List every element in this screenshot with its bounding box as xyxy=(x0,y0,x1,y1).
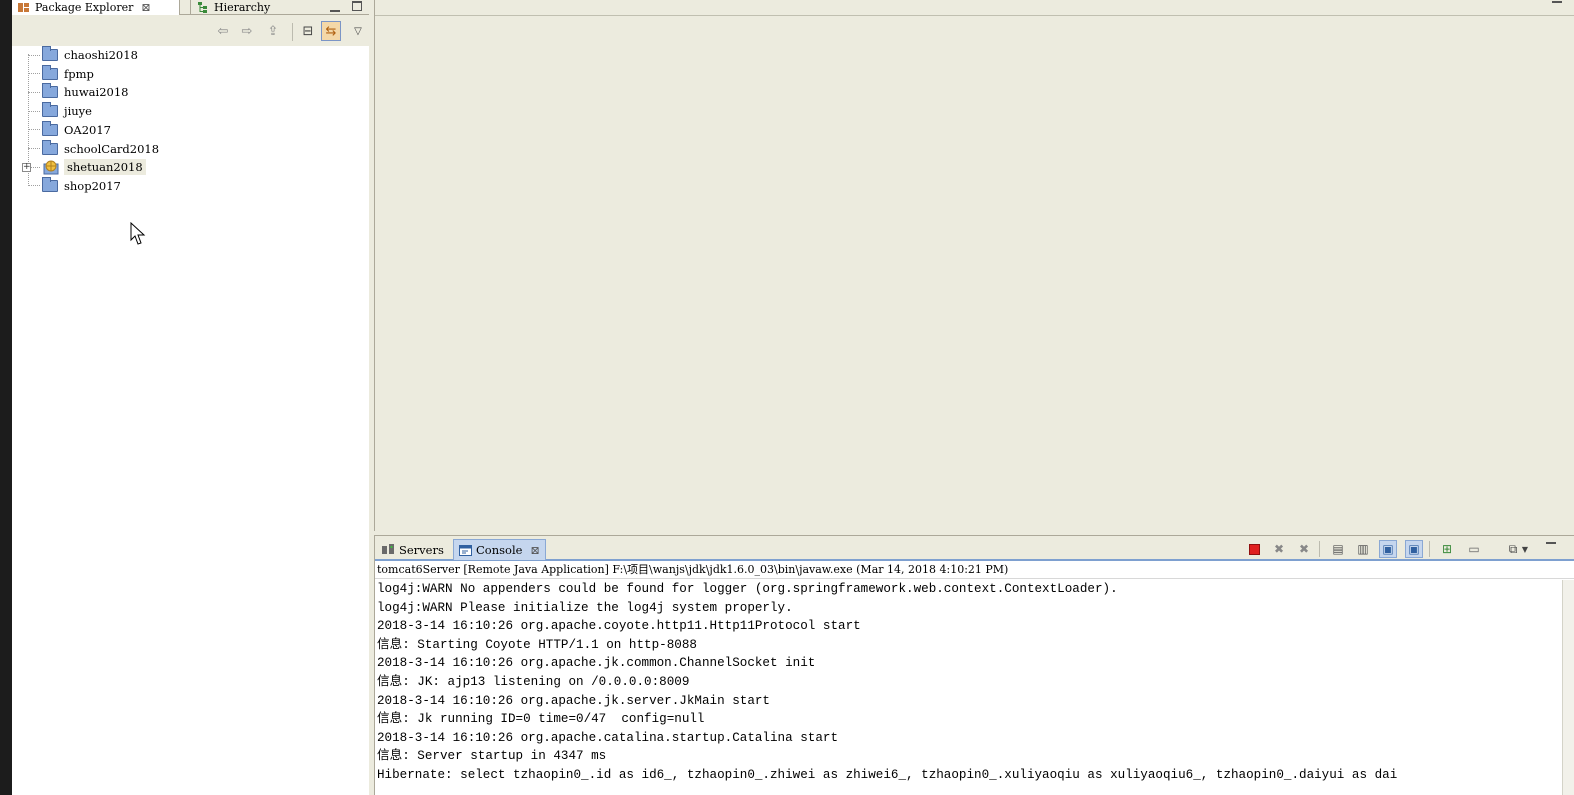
package-explorer-icon xyxy=(18,2,30,13)
collapse-all-icon[interactable]: ⊟ xyxy=(298,21,318,41)
project-label: jiuye xyxy=(64,104,92,119)
console-output[interactable]: log4j:WARN No appenders could be found f… xyxy=(375,580,1563,795)
project-label: chaoshi2018 xyxy=(64,48,138,62)
log-line: log4j:WARN Please initialize the log4j s… xyxy=(377,600,793,615)
show-on-stdout-icon[interactable]: ▣ xyxy=(1379,540,1397,558)
project-label: schoolCard2018 xyxy=(64,141,160,156)
toolbar-separator xyxy=(292,23,293,41)
tab-label: Package Explorer xyxy=(35,1,134,14)
tree-item-oa2017[interactable]: OA2017 xyxy=(28,120,111,139)
close-icon[interactable]: ⊠ xyxy=(530,544,539,557)
link-with-editor-icon[interactable]: ⇆ xyxy=(321,21,341,41)
tree-item-schoolcard2018[interactable]: schoolCard2018 xyxy=(28,139,160,158)
folder-icon xyxy=(42,139,58,155)
project-tree: chaoshi2018 fpmp huwai2018 jiuye OA2017 … xyxy=(12,46,369,795)
tree-item-shop2017[interactable]: shop2017 xyxy=(28,176,121,195)
tab-label: Hierarchy xyxy=(214,1,271,14)
package-explorer-tabbar: Package Explorer ⊠ Hierarchy xyxy=(12,0,369,15)
log-line: log4j:WARN No appenders could be found f… xyxy=(377,582,1118,596)
clear-console-icon[interactable]: ▤ xyxy=(1329,540,1347,558)
folder-icon xyxy=(42,120,58,136)
log-line: 2018-3-14 16:10:26 org.apache.coyote.htt… xyxy=(377,619,861,634)
folder-icon xyxy=(42,83,58,99)
remove-all-terminated-icon[interactable]: ✖ xyxy=(1295,540,1313,558)
tree-connector xyxy=(28,73,40,75)
window-left-edge xyxy=(0,0,12,795)
editor-area xyxy=(374,0,1574,531)
terminate-icon[interactable] xyxy=(1245,540,1263,558)
tree-connector xyxy=(28,185,40,187)
tree-item-fpmp[interactable]: fpmp xyxy=(28,64,94,83)
tree-item-huwai2018[interactable]: huwai2018 xyxy=(28,83,128,101)
remove-launch-icon[interactable]: ✖ xyxy=(1270,540,1288,558)
tab-label: Servers xyxy=(399,542,444,557)
tab-servers[interactable]: Servers xyxy=(377,539,449,560)
tree-item-shetuan2018[interactable]: + shetuan2018 xyxy=(22,158,146,176)
servers-icon xyxy=(382,544,395,555)
log-line: 信息: Starting Coyote HTTP/1.1 on http-808… xyxy=(377,637,697,652)
up-folder-icon[interactable]: ⇪ xyxy=(263,21,283,41)
minimize-view-button[interactable] xyxy=(1546,540,1556,544)
tab-hierarchy[interactable]: Hierarchy xyxy=(190,0,286,15)
folder-icon xyxy=(42,102,58,118)
view-menu-chevron-down-icon[interactable]: ▽ xyxy=(348,21,368,41)
log-line: 2018-3-14 16:10:26 org.apache.jk.server.… xyxy=(377,693,770,708)
chevron-down-icon[interactable]: ▼ xyxy=(1521,540,1529,558)
tab-package-explorer[interactable]: Package Explorer ⊠ xyxy=(12,0,180,15)
tab-console[interactable]: Console ⊠ xyxy=(453,539,546,560)
project-label: shetuan2018 xyxy=(64,159,146,176)
log-line: Hibernate: select tzhaopin0_.id as id6_,… xyxy=(377,767,1398,782)
log-line: 2018-3-14 16:10:26 org.apache.jk.common.… xyxy=(377,656,816,671)
scroll-lock-icon[interactable]: ▥ xyxy=(1354,540,1372,558)
show-on-stderr-icon[interactable]: ▣ xyxy=(1405,540,1423,558)
tree-item-jiuye[interactable]: jiuye xyxy=(28,102,92,120)
console-icon xyxy=(459,544,472,556)
tree-connector xyxy=(28,54,40,56)
hierarchy-icon xyxy=(197,2,209,13)
log-line: 信息: JK: ajp13 listening on /0.0.0.0:8009 xyxy=(377,674,690,689)
folder-icon xyxy=(42,64,58,80)
folder-icon xyxy=(42,176,58,192)
project-label: OA2017 xyxy=(64,122,111,137)
project-label: fpmp xyxy=(64,66,94,81)
package-explorer-view: Package Explorer ⊠ Hierarchy ⇦ ⇨ ⇪ ⊟ ⇆ ▽… xyxy=(12,0,369,795)
project-label: huwai2018 xyxy=(64,85,129,100)
editor-minimize-button[interactable] xyxy=(1552,0,1562,3)
tree-connector xyxy=(28,129,40,131)
tab-label: Console xyxy=(476,543,523,557)
toolbar-separator xyxy=(1429,541,1430,557)
forward-arrow-icon[interactable]: ⇨ xyxy=(237,21,257,41)
close-icon[interactable]: ⊠ xyxy=(141,1,150,14)
project-label: shop2017 xyxy=(64,178,121,193)
tree-connector xyxy=(28,110,40,112)
expand-plus-icon[interactable]: + xyxy=(22,162,31,172)
folder-icon xyxy=(42,46,58,61)
minimize-view-button[interactable] xyxy=(330,2,340,12)
maximize-view-button[interactable] xyxy=(352,1,362,11)
package-explorer-toolbar: ⇦ ⇨ ⇪ ⊟ ⇆ ▽ xyxy=(12,15,369,46)
toolbar-separator xyxy=(1319,541,1320,557)
mouse-pointer-icon xyxy=(130,221,146,249)
web-project-icon xyxy=(42,160,60,175)
console-vertical-scrollbar[interactable] xyxy=(1562,580,1574,795)
editor-tab-divider xyxy=(375,15,1574,16)
log-line: 信息: Server startup in 4347 ms xyxy=(377,749,607,764)
display-selected-console-icon[interactable]: ▭ xyxy=(1465,540,1483,558)
log-line: 2018-3-14 16:10:26 org.apache.catalina.s… xyxy=(377,730,839,745)
back-arrow-icon[interactable]: ⇦ xyxy=(213,21,233,41)
console-tabbar: Servers Console ⊠ ✖ ✖ ▤ ▥ ▣ ▣ ⊞ ▭ ⧉ ▼ xyxy=(375,536,1574,561)
tree-connector xyxy=(28,148,40,149)
process-label: tomcat6Server [Remote Java Application] … xyxy=(375,561,1574,579)
open-console-icon[interactable]: ⧉ xyxy=(1504,540,1522,558)
log-line: 信息: Jk running ID=0 time=0/47 config=nul… xyxy=(377,712,705,727)
pin-console-icon[interactable]: ⊞ xyxy=(1438,540,1456,558)
tree-item-chaoshi2018[interactable]: chaoshi2018 xyxy=(28,46,138,64)
console-view: Servers Console ⊠ ✖ ✖ ▤ ▥ ▣ ▣ ⊞ ▭ ⧉ ▼ to… xyxy=(374,535,1574,795)
tree-connector xyxy=(28,91,40,93)
